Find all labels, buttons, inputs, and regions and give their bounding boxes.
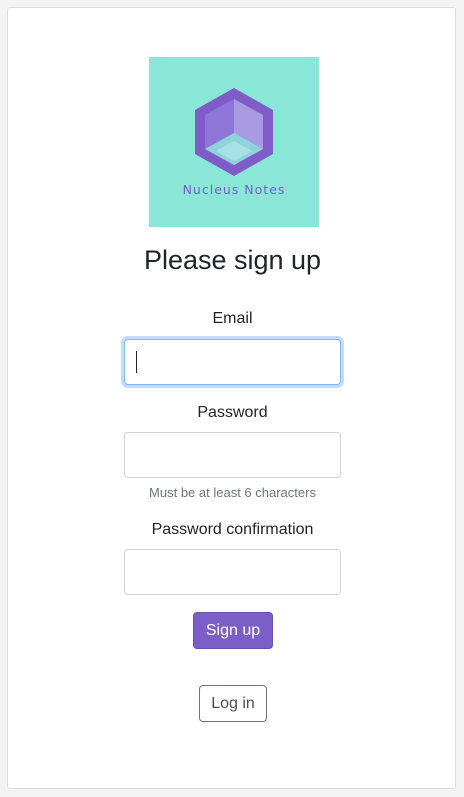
- password-label: Password: [197, 404, 268, 421]
- logo-text: Nucleus Notes: [182, 182, 286, 197]
- sign-up-button[interactable]: Sign up: [193, 612, 273, 649]
- text-caret: [136, 351, 137, 373]
- email-field[interactable]: [124, 339, 341, 385]
- page-title: Please sign up: [143, 245, 322, 275]
- password-hint: Must be at least 6 characters: [149, 485, 316, 500]
- password-field[interactable]: [124, 432, 341, 478]
- password-confirmation-field[interactable]: [124, 549, 341, 595]
- log-in-button[interactable]: Log in: [199, 685, 267, 722]
- password-confirmation-label: Password confirmation: [151, 521, 314, 538]
- signup-card: Nucleus Notes Please sign up Email Passw…: [7, 7, 456, 789]
- email-label: Email: [212, 310, 253, 327]
- hexagon-cube-icon: [195, 88, 273, 176]
- logo: Nucleus Notes: [149, 57, 319, 227]
